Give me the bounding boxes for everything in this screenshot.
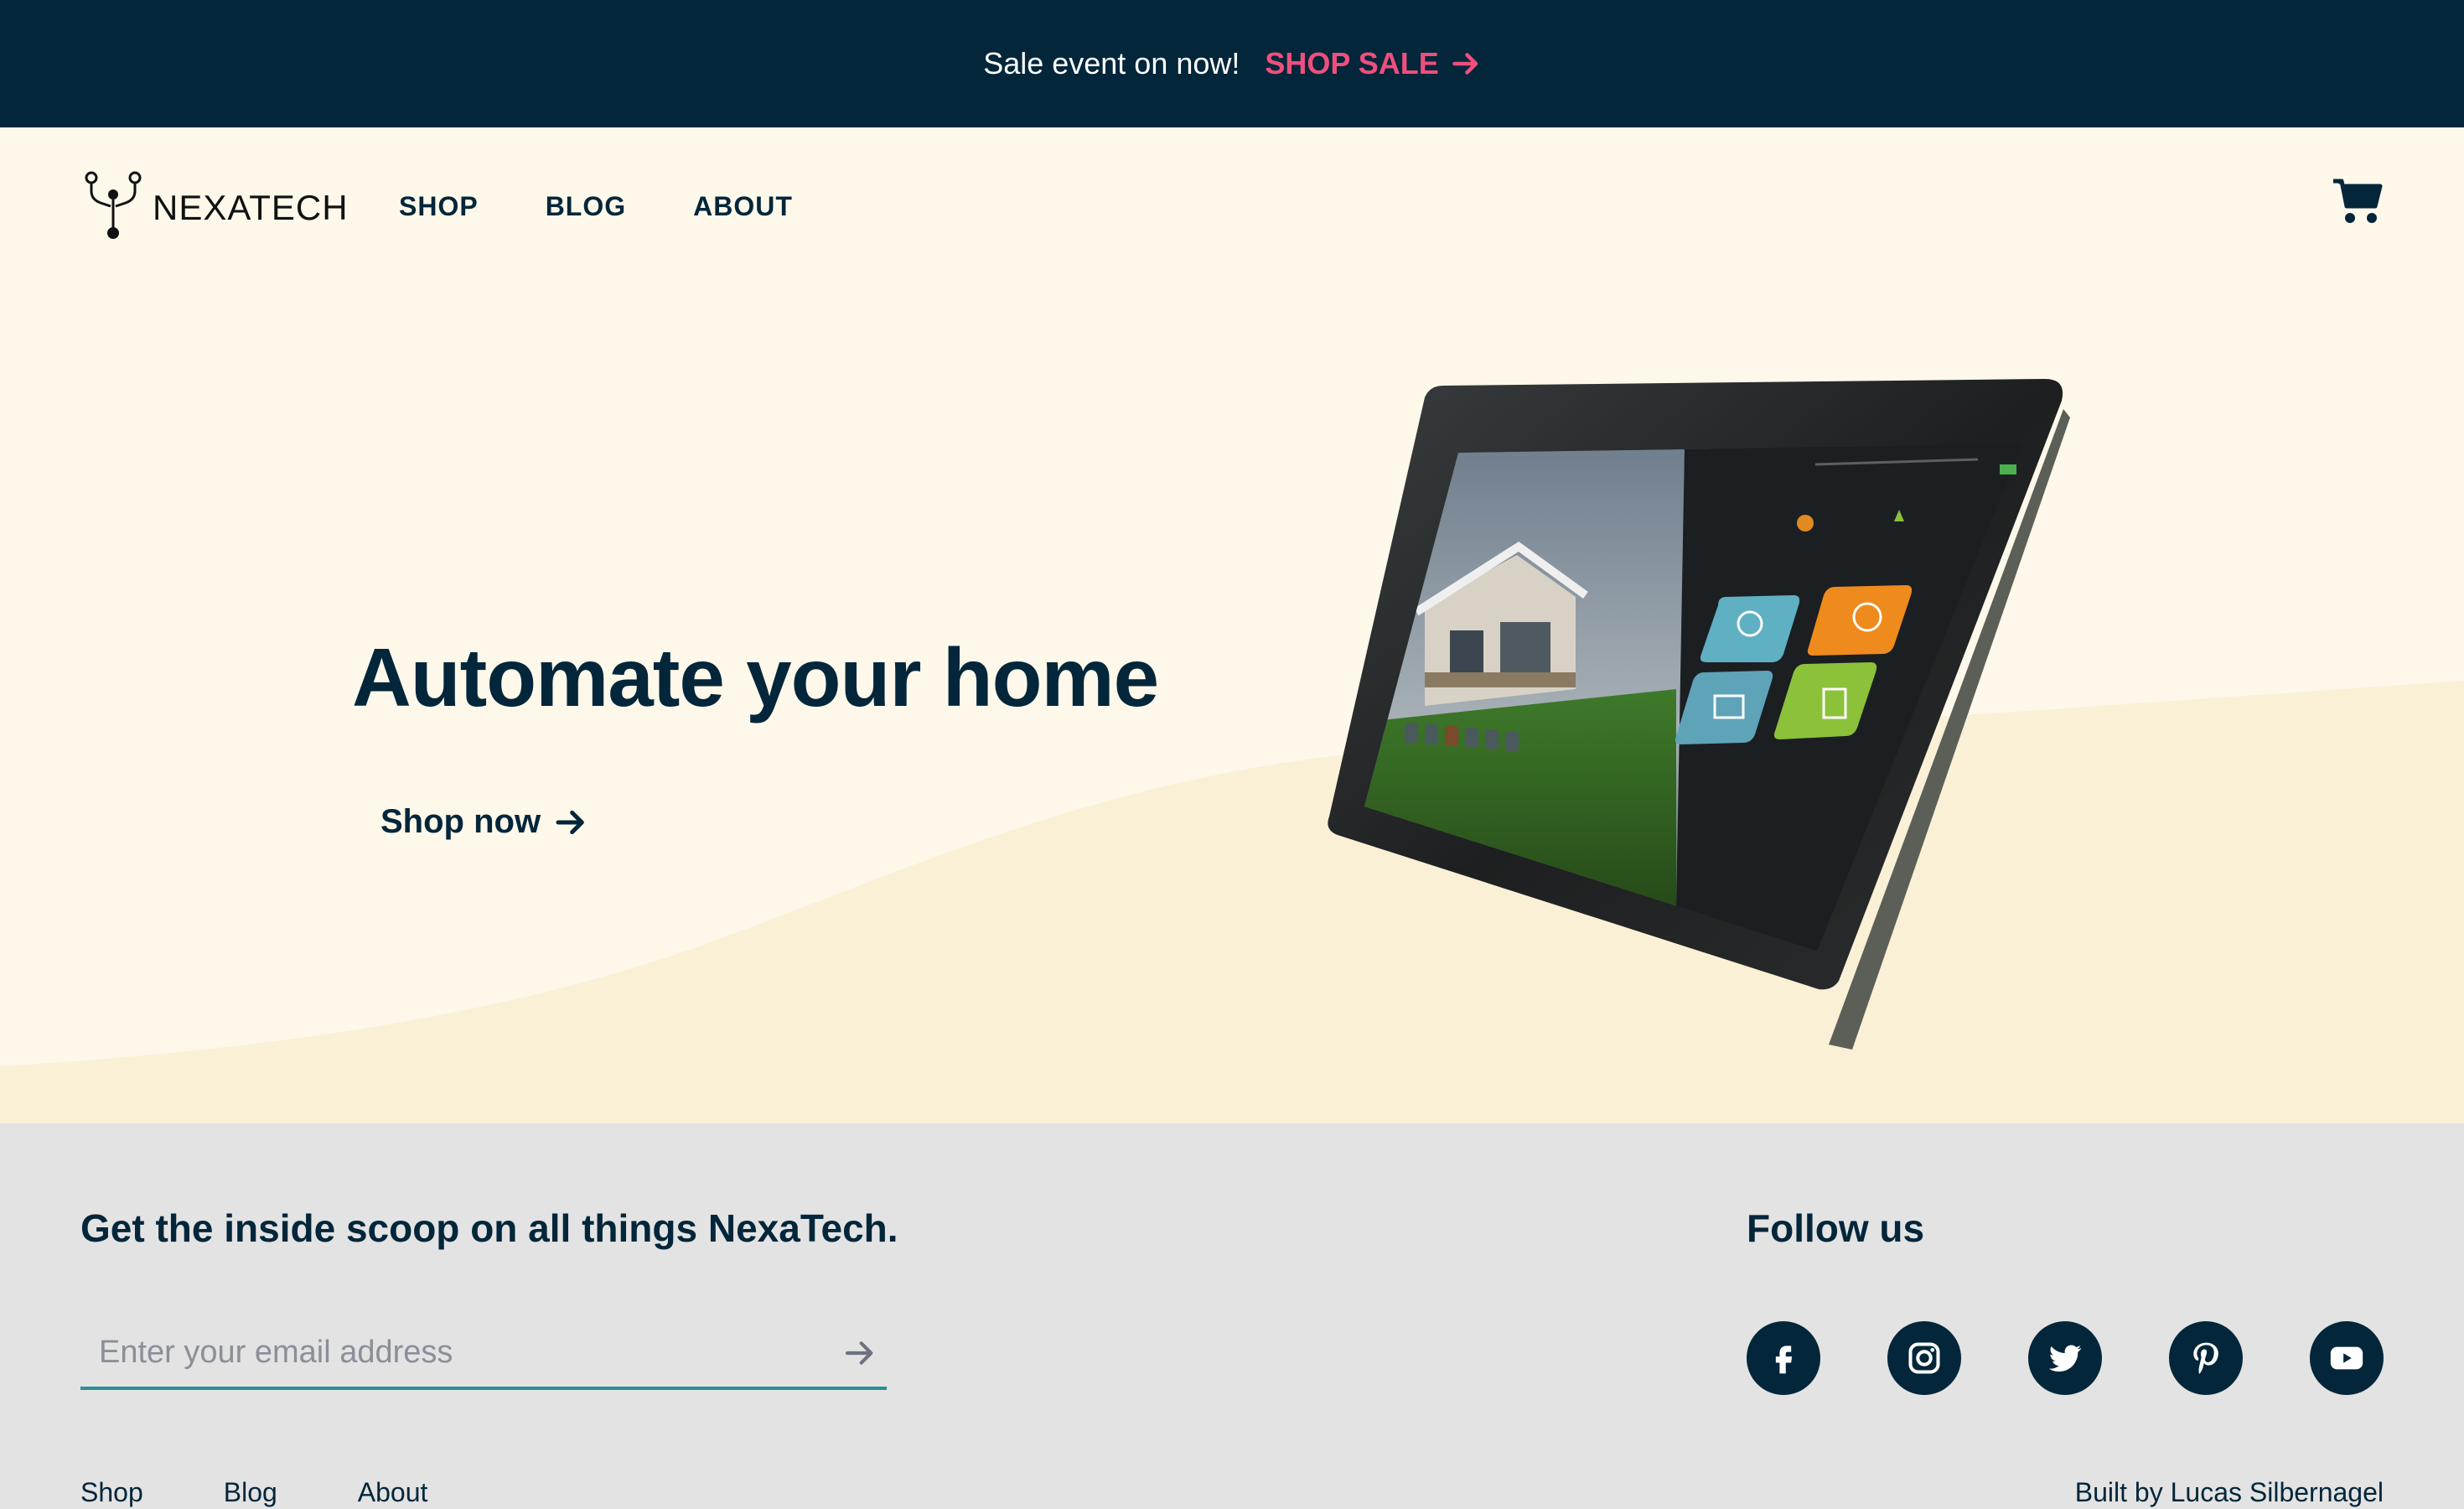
facebook-icon xyxy=(1775,1346,1793,1374)
footer-nav: Shop Blog About xyxy=(80,1477,508,1508)
youtube-link[interactable] xyxy=(2310,1321,2384,1395)
newsletter-form xyxy=(80,1316,887,1390)
footer-link-shop[interactable]: Shop xyxy=(80,1477,143,1508)
cart-button[interactable] xyxy=(2332,176,2384,229)
arrow-right-icon xyxy=(845,1341,873,1365)
instagram-link[interactable] xyxy=(1887,1321,1961,1395)
shop-sale-label: SHOP SALE xyxy=(1265,46,1439,80)
newsletter-title: Get the inside scoop on all things NexaT… xyxy=(80,1206,898,1250)
arrow-right-icon xyxy=(1452,53,1478,75)
arrow-right-icon xyxy=(556,810,584,834)
site-footer: Get the inside scoop on all things NexaT… xyxy=(0,1123,2464,1509)
smart-home-tablet-image xyxy=(1328,379,2070,1050)
youtube-icon xyxy=(2330,1346,2363,1370)
twitter-link[interactable] xyxy=(2028,1321,2102,1395)
social-links xyxy=(1747,1321,2384,1395)
instagram-icon xyxy=(1908,1342,1940,1374)
twitter-icon xyxy=(2048,1345,2082,1372)
brand-logo[interactable]: NEXATECH xyxy=(84,169,349,240)
shopping-cart-icon xyxy=(2333,179,2383,223)
shop-now-label: Shop now xyxy=(380,803,541,840)
email-submit-button[interactable] xyxy=(843,1336,877,1374)
pinterest-link[interactable] xyxy=(2169,1321,2243,1395)
hero-section: NEXATECH SHOP BLOG ABOUT Automate your h… xyxy=(0,127,2464,1123)
hero-headline: Automate your home xyxy=(352,631,1159,723)
email-input[interactable] xyxy=(97,1316,821,1388)
shop-sale-link[interactable]: SHOP SALE xyxy=(1265,46,1480,81)
hero-wave-background xyxy=(0,681,2464,1123)
facebook-link[interactable] xyxy=(1747,1321,1820,1395)
nav-shop[interactable]: SHOP xyxy=(399,191,479,222)
follow-us-title: Follow us xyxy=(1747,1206,1925,1250)
announcement-bar: Sale event on now! SHOP SALE xyxy=(0,0,2464,127)
brand-name: NEXATECH xyxy=(153,188,349,227)
footer-link-about[interactable]: About xyxy=(358,1477,428,1508)
circuit-fork-icon xyxy=(85,171,142,239)
nav-blog[interactable]: BLOG xyxy=(546,191,626,222)
announcement-message: Sale event on now! xyxy=(983,46,1240,80)
footer-link-blog[interactable]: Blog xyxy=(224,1477,277,1508)
shop-now-button[interactable]: Shop now xyxy=(380,803,588,841)
pinterest-icon xyxy=(2193,1342,2218,1374)
main-nav: SHOP BLOG ABOUT xyxy=(399,191,860,222)
nav-about[interactable]: ABOUT xyxy=(693,191,793,222)
footer-credit[interactable]: Built by Lucas Silbernagel xyxy=(2075,1477,2384,1508)
